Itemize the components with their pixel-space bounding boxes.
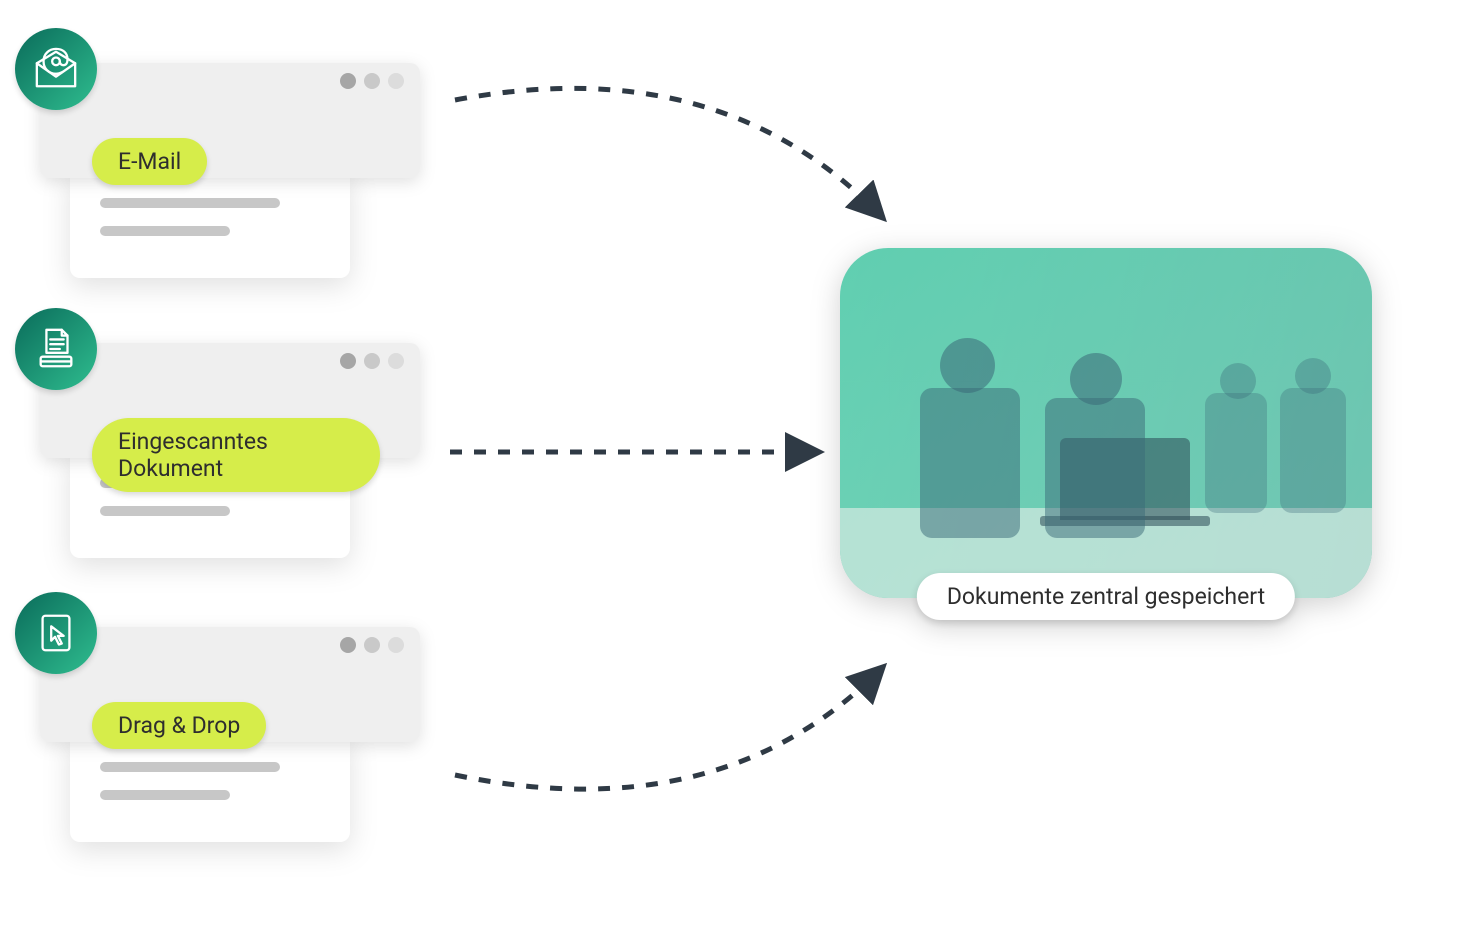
- window-dot-icon: [364, 73, 380, 89]
- destination-photo: [840, 248, 1372, 598]
- arrow-dragdrop-to-dest: [455, 670, 880, 789]
- window-dot-icon: [364, 637, 380, 653]
- source-dragdrop: Drag & Drop: [0, 592, 380, 817]
- placeholder-line: [100, 762, 280, 772]
- source-email: E-Mail: [0, 28, 380, 253]
- placeholder-line: [100, 198, 280, 208]
- window-titlebar: [40, 627, 420, 663]
- window-titlebar: [40, 343, 420, 379]
- window-dot-icon: [388, 637, 404, 653]
- destination-card: Dokumente zentral gespeichert: [840, 248, 1372, 598]
- window-titlebar: [40, 63, 420, 99]
- window-dot-icon: [388, 73, 404, 89]
- arrow-email-to-dest: [455, 88, 880, 215]
- window-dot-icon: [364, 353, 380, 369]
- source-scan: Eingescanntes Dokument: [0, 308, 380, 533]
- cursor-pointer-icon: [15, 592, 97, 674]
- source-label-pill: E-Mail: [92, 138, 207, 185]
- window-dot-icon: [388, 353, 404, 369]
- destination-label: Dokumente zentral gespeichert: [917, 573, 1295, 620]
- source-label-pill: Drag & Drop: [92, 702, 266, 749]
- placeholder-line: [100, 790, 230, 800]
- window-dot-icon: [340, 73, 356, 89]
- scan-document-icon: [15, 308, 97, 390]
- window-dot-icon: [340, 637, 356, 653]
- placeholder-line: [100, 226, 230, 236]
- source-label-pill: Eingescanntes Dokument: [92, 418, 380, 492]
- placeholder-line: [100, 506, 230, 516]
- window-dot-icon: [340, 353, 356, 369]
- email-at-icon: [15, 28, 97, 110]
